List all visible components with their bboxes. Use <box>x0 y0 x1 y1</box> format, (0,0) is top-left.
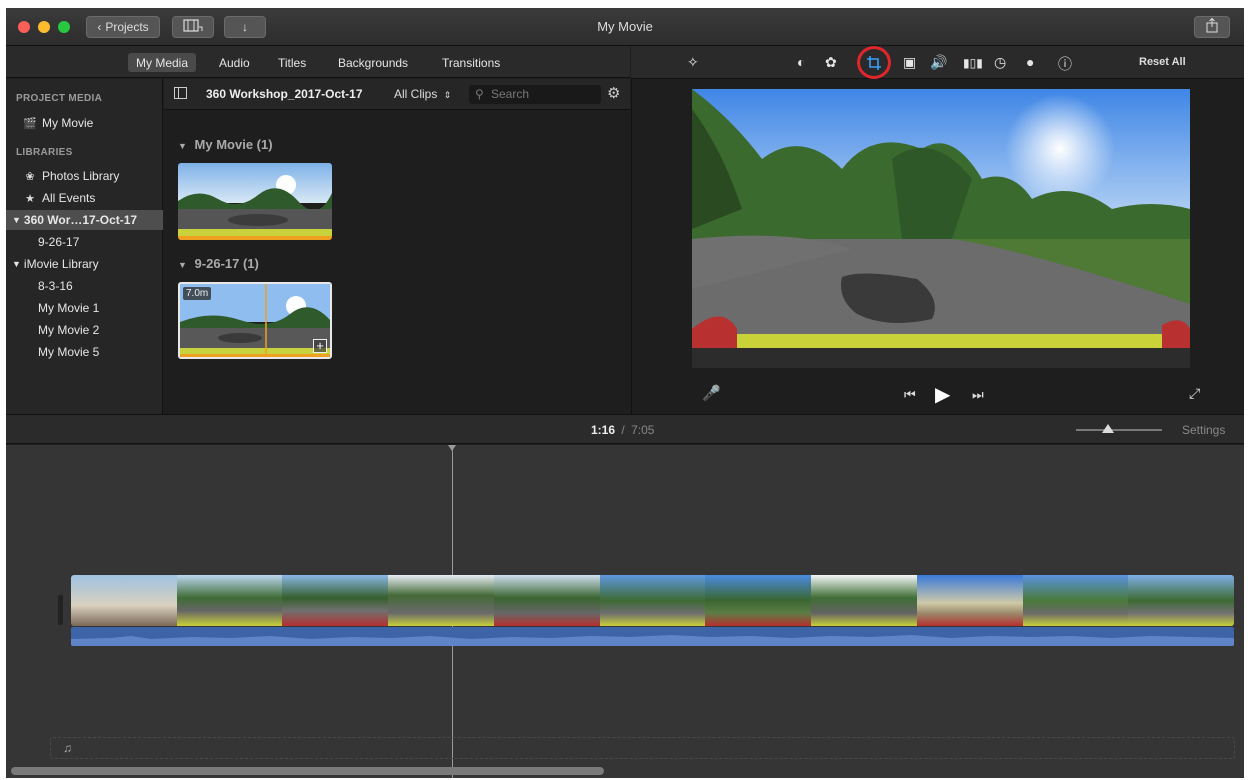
speed-icon[interactable]: ◷ <box>994 54 1006 71</box>
window-title: My Movie <box>597 19 653 34</box>
skip-back-icon[interactable]: ⏮ <box>904 387 916 403</box>
sidebar-item-imovie-library[interactable]: ▼ iMovie Library <box>6 254 163 274</box>
clip-frame <box>176 575 283 626</box>
add-to-timeline-icon[interactable]: + <box>313 339 327 353</box>
zoom-slider-knob[interactable] <box>1102 424 1114 433</box>
video-preview <box>692 89 1190 368</box>
tab-titles[interactable]: Titles <box>270 53 314 72</box>
clip-frame <box>388 575 494 626</box>
disclosure-triangle-icon[interactable]: ▼ <box>12 215 21 225</box>
libraries-sidebar: PROJECT MEDIA 🎬 My Movie LIBRARIES ❀ Pho… <box>6 79 163 414</box>
clip-frame <box>282 575 389 626</box>
clip-frame <box>599 575 706 626</box>
group-header-my-movie[interactable]: ▼ My Movie (1) <box>178 137 273 152</box>
sidebar-item-my-movie[interactable]: 🎬 My Movie <box>6 113 163 133</box>
timeline-header: 1:16 / 7:05 Settings <box>6 414 1244 444</box>
video-clip-strip[interactable] <box>71 575 1234 626</box>
sidebar-item-event[interactable]: 8-3-16 <box>6 276 163 296</box>
stabilization-icon[interactable]: ▣ <box>903 54 916 71</box>
clip-frame <box>493 575 600 626</box>
gear-icon[interactable]: ⚙ <box>607 84 620 102</box>
timecode: 1:16 / 7:05 <box>591 423 654 437</box>
tab-my-media[interactable]: My Media <box>128 53 197 72</box>
audio-waveform[interactable] <box>71 627 1234 646</box>
clip-filter-select[interactable]: All Clips ⇕ <box>394 87 451 101</box>
media-tabs: My Media Audio Titles Backgrounds Transi… <box>6 46 630 78</box>
media-browser: 360 Workshop_2017-Oct-17 All Clips ⇕ ⚲ S… <box>164 79 630 414</box>
clip-filter-icon[interactable]: ● <box>1026 54 1034 70</box>
search-icon: ⚲ <box>475 87 484 101</box>
sidebar-toggle-icon[interactable] <box>174 87 187 102</box>
sidebar-item-event[interactable]: My Movie 1 <box>6 298 163 318</box>
settings-button[interactable]: Settings <box>1182 423 1225 437</box>
clip-frame <box>1022 575 1129 626</box>
microphone-icon[interactable]: 🎤 <box>702 384 721 402</box>
clip-frame <box>1128 575 1234 626</box>
updown-chevron-icon: ⇕ <box>443 90 452 100</box>
track-handle[interactable] <box>58 595 63 625</box>
libraries-heading: LIBRARIES <box>16 147 73 158</box>
search-input[interactable]: ⚲ Search <box>469 85 601 104</box>
sidebar-item-all-events[interactable]: ★ All Events <box>6 188 163 208</box>
browser-toolbar: 360 Workshop_2017-Oct-17 All Clips ⇕ ⚲ S… <box>164 79 630 110</box>
reset-all-button[interactable]: Reset All <box>1139 56 1186 68</box>
zoom-slider[interactable] <box>1076 424 1162 433</box>
playhead-marker <box>448 445 456 451</box>
adjustments-toolbar: ✧ ◐ ✿ ▣ 🔊 ▮▯▮ ◷ ● ⓘ Reset All <box>631 46 1244 79</box>
project-media-heading: PROJECT MEDIA <box>16 93 103 104</box>
disclosure-triangle-icon[interactable]: ▼ <box>12 259 21 269</box>
sidebar-item-event[interactable]: My Movie 2 <box>6 320 163 340</box>
group-header-9-26-17[interactable]: ▼ 9-26-17 (1) <box>178 256 259 271</box>
crop-icon[interactable] <box>857 46 891 79</box>
skip-forward-icon[interactable]: ⏭ <box>972 387 984 403</box>
color-balance-icon[interactable]: ◐ <box>797 54 805 70</box>
imovie-window: ‹ Projects ↓ My Movie My Media Audio Tit… <box>6 8 1244 778</box>
magic-wand-icon[interactable]: ✧ <box>687 54 699 71</box>
music-note-icon: ♫ <box>63 741 72 755</box>
clip-thumbnail[interactable] <box>178 163 332 240</box>
tab-backgrounds[interactable]: Backgrounds <box>330 53 416 72</box>
info-icon[interactable]: ⓘ <box>1058 54 1072 74</box>
clip-frame <box>811 575 917 626</box>
clip-frame <box>71 575 177 626</box>
time-separator: / <box>621 423 625 437</box>
sidebar-item-photos-library[interactable]: ❀ Photos Library <box>6 166 163 186</box>
event-name: 360 Workshop_2017-Oct-17 <box>206 87 363 101</box>
title-bar: ‹ Projects ↓ My Movie <box>6 8 1244 46</box>
disclosure-triangle-icon[interactable]: ▼ <box>178 141 187 151</box>
clip-frame <box>705 575 812 626</box>
noise-reduction-icon[interactable]: ▮▯▮ <box>963 56 983 70</box>
volume-icon[interactable]: 🔊 <box>930 54 947 71</box>
share-button[interactable] <box>1194 16 1230 38</box>
photos-icon: ❀ <box>25 170 35 183</box>
music-track[interactable]: ♫ <box>50 737 1235 759</box>
tab-transitions[interactable]: Transitions <box>434 53 508 72</box>
tab-audio[interactable]: Audio <box>211 53 258 72</box>
fullscreen-icon[interactable]: ⤢ <box>1189 385 1200 402</box>
timeline[interactable]: ♫ <box>6 445 1244 778</box>
star-box-icon: ★ <box>25 192 35 205</box>
clapperboard-icon: 🎬 <box>23 117 37 130</box>
clip-frame <box>916 575 1023 626</box>
total-time: 7:05 <box>631 423 655 437</box>
horizontal-scrollbar[interactable] <box>11 767 604 775</box>
clip-duration-badge: 7.0m <box>183 287 212 300</box>
share-icon <box>1205 17 1219 36</box>
color-correction-icon[interactable]: ✿ <box>825 54 837 71</box>
current-time: 1:16 <box>591 423 616 437</box>
sidebar-item-360-library[interactable]: ▼ 360 Wor…17-Oct-17 <box>6 210 163 230</box>
play-icon[interactable]: ▶ <box>935 382 950 407</box>
disclosure-triangle-icon[interactable]: ▼ <box>178 260 187 270</box>
sidebar-item-event-9-26-17[interactable]: 9-26-17 <box>6 232 163 252</box>
viewer: 🎤 ⏮ ▶ ⏭ ⤢ <box>631 79 1244 414</box>
clip-thumbnail-selected[interactable]: 7.0m + <box>178 282 332 359</box>
sidebar-item-event[interactable]: My Movie 5 <box>6 342 163 362</box>
